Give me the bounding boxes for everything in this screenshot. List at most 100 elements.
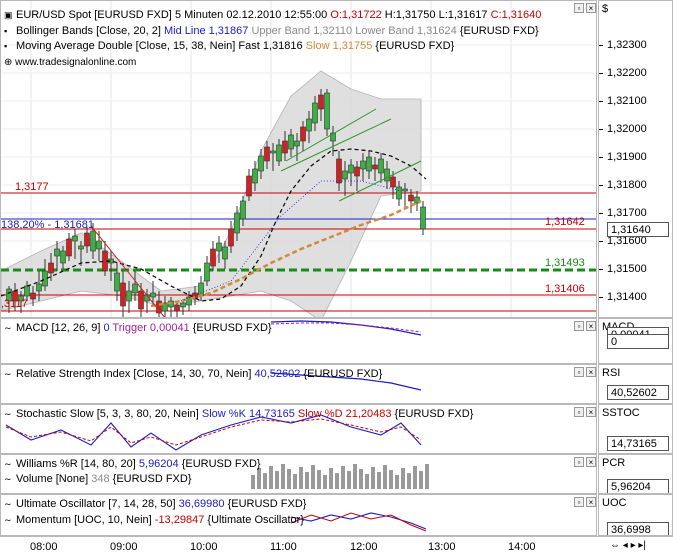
candle-body-14: [90, 230, 96, 252]
scroll-right-icon[interactable]: ▸: [631, 540, 636, 551]
candle-body-24: [150, 292, 156, 298]
stoch-tag: 14,73165: [607, 436, 669, 451]
uo-pane[interactable]: ∼ Ultimate Oscillator [7, 14, 28, 50] 36,…: [0, 494, 597, 536]
pane-close-button[interactable]: ×: [586, 3, 596, 13]
candle-body-51: [312, 102, 318, 124]
candle-body-10: [66, 238, 72, 257]
hline-label-3: 1,31642: [545, 216, 585, 228]
pane-settings-button[interactable]: ▫: [574, 3, 584, 13]
candle-body-62: [378, 158, 384, 174]
time-label-1400: 14:00: [508, 541, 536, 553]
williams-legend[interactable]: ∼ Williams %R [14, 80, 20] 5,96204 {EURUS…: [4, 458, 261, 471]
stoch-pane[interactable]: ∼ Stochastic Slow [5, 3, 3, 80, 20, Nein]…: [0, 404, 597, 454]
bollinger-mid: Mid Line 1,31867: [163, 25, 249, 37]
candle-body-61: [372, 164, 378, 170]
rsi-settings-button[interactable]: ▫: [574, 367, 584, 377]
candle-body-7: [48, 262, 54, 274]
candle-body-64: [390, 176, 396, 188]
macd-legend[interactable]: ∼ MACD [12, 26, 9] 0 Trigger 0,00041 {EUR…: [4, 322, 272, 335]
uo-settings-button[interactable]: ▫: [574, 497, 584, 507]
volume-bar-26: [407, 473, 411, 489]
stoch-axis: SSTOC 14,73165: [598, 404, 673, 454]
candle-body-66: [402, 188, 408, 192]
macd-value: 0: [103, 322, 110, 334]
candle-body-32: [198, 282, 204, 297]
macd-trigger: Trigger 0,00041: [112, 322, 190, 334]
time-label-0900: 09:00: [110, 541, 138, 553]
momentum-name: Momentum [UOC, 10, Nein]: [16, 514, 152, 526]
williams-close-button[interactable]: ×: [586, 457, 596, 467]
candle-body-6: [42, 270, 48, 287]
tick-3: 1,32100: [599, 95, 647, 107]
uo-legend[interactable]: ∼ Ultimate Oscillator [7, 14, 28, 50] 36,…: [4, 498, 306, 511]
candle-body-29: [180, 302, 186, 308]
currency-label: $: [602, 3, 609, 15]
hline-label-2: 138,20% - 1,31681: [1, 219, 94, 231]
zoom-out-icon[interactable]: ⇔: [610, 540, 620, 551]
volume-legend[interactable]: ∼ Volume [None] 348 {EURUSD FXD}: [4, 473, 192, 486]
rsi-tag: 40,52602: [607, 385, 669, 400]
ma-legend[interactable]: ▪ Moving Average Double [Close, 15, 38, N…: [4, 40, 454, 53]
volume-bar-25: [401, 468, 405, 489]
candle-body-8: [54, 248, 60, 257]
volume-bar-11: [317, 470, 321, 489]
stoch-close-button[interactable]: ×: [586, 407, 596, 417]
scroll-controls[interactable]: ⇔ ◂ ▸ ▸|: [610, 540, 646, 551]
candle-body-39: [240, 200, 246, 220]
volume-bar-10: [311, 465, 315, 489]
volume-bar-0: [251, 475, 255, 489]
bollinger-src: {EURUSD FXD}: [459, 25, 539, 37]
macd-pane[interactable]: ∼ MACD [12, 26, 9] 0 Trigger 0,00041 {EUR…: [0, 318, 597, 364]
rsi-pane[interactable]: ∼ Relative Strength Index [Close, 14, 30,…: [0, 364, 597, 404]
stoch-name: Stochastic Slow [5, 3, 3, 80, 20, Nein]: [16, 408, 199, 420]
volume-bar-27: [413, 466, 417, 489]
volume-bar-29: [425, 464, 429, 489]
macd-close-button[interactable]: ×: [586, 321, 596, 331]
candle-body-4: [30, 292, 36, 300]
scroll-left-icon[interactable]: ◂: [623, 540, 628, 551]
candle-body-38: [234, 212, 240, 234]
candle-body-65: [396, 186, 402, 200]
ma-name: Moving Average Double [Close, 15, 38, Ne…: [16, 40, 236, 52]
current-price-tag: 1,31640: [607, 222, 669, 237]
uo-close-button[interactable]: ×: [586, 497, 596, 507]
volume-bar-19: [365, 474, 369, 489]
volume-bar-6: [287, 469, 291, 489]
uo-axis-label: UOC: [602, 497, 627, 509]
candle-body-58: [354, 166, 360, 177]
candle-body-43: [264, 146, 270, 162]
williams-settings-button[interactable]: ▫: [574, 457, 584, 467]
volume-bar-21: [377, 472, 381, 489]
candle-body-63: [384, 168, 390, 182]
volume-bar-5: [281, 464, 285, 489]
volume-bar-15: [341, 466, 345, 489]
rsi-close-button[interactable]: ×: [586, 367, 596, 377]
price-axis[interactable]: $ 1,32300 1,32200 1,32100 1,32000 1,3190…: [598, 0, 673, 318]
candle-body-47: [288, 134, 294, 150]
ma-fast: Fast 1,31816: [238, 40, 303, 52]
candle-body-33: [204, 262, 210, 282]
macd-src: {EURUSD FXD}: [192, 322, 272, 334]
time-label-1200: 12:00: [350, 541, 378, 553]
uo-value: 36,69980: [178, 498, 225, 510]
header-legend: ▣ EUR/USD Spot [EURUSD FXD] 5 Minuten 02.…: [4, 9, 542, 21]
bollinger-band: [1, 70, 422, 317]
volume-bar-13: [329, 468, 333, 489]
stoch-k: Slow %K 14,73165: [201, 408, 295, 420]
time-axis[interactable]: 08:00 09:00 10:00 11:00 12:00 13:00 14:0…: [0, 536, 673, 556]
candle-body-41: [252, 168, 258, 184]
volume-bar-2: [263, 473, 267, 489]
macd-settings-button[interactable]: ▫: [574, 321, 584, 331]
bollinger-legend[interactable]: ▪ Bollinger Bands [Close, 20, 2] Mid Line…: [4, 25, 539, 38]
stoch-legend[interactable]: ∼ Stochastic Slow [5, 3, 3, 80, 20, Nein]…: [4, 408, 473, 421]
scroll-end-icon[interactable]: ▸|: [638, 540, 646, 551]
price-pane[interactable]: ▣ EUR/USD Spot [EURUSD FXD] 5 Minuten 02.…: [0, 0, 597, 318]
williams-pane[interactable]: ∼ Williams %R [14, 80, 20] 5,96204 {EURUS…: [0, 454, 597, 494]
stoch-settings-button[interactable]: ▫: [574, 407, 584, 417]
close-label: C:1,31640: [490, 9, 542, 21]
macd-axis: MACD 0,00041 0: [598, 318, 673, 364]
ma-slow: Slow 1,31755: [305, 40, 373, 52]
momentum-legend[interactable]: ∼ Momentum [UOC, 10, Nein] -13,29847 {Ult…: [4, 514, 304, 527]
rsi-legend[interactable]: ∼ Relative Strength Index [Close, 14, 30,…: [4, 368, 382, 381]
stoch-src: {EURUSD FXD}: [394, 408, 474, 420]
